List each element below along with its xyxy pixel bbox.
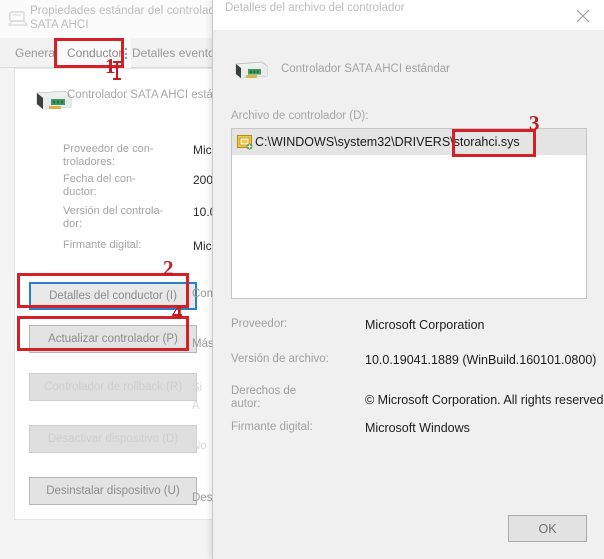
property-label-date-line2: ductor:: [63, 185, 97, 198]
rollback-driver-button: Controlador de rollback (R): [29, 373, 197, 401]
close-icon-glyph: [576, 9, 590, 22]
ok-button[interactable]: OK: [508, 515, 587, 542]
property-label-version: Versión del controla- dor:: [63, 205, 168, 230]
metadata-value-provider: Microsoft Corporation: [365, 318, 485, 332]
driver-file-list-label: Archivo de controlador (D):: [231, 110, 369, 122]
property-label-signer-line1: Firmante digital:: [63, 239, 142, 251]
dialog-title: Detalles del archivo del controlador: [225, 2, 405, 14]
property-label-version-line2: dor:: [63, 217, 82, 230]
side-text-si: Si: [192, 382, 203, 394]
annotation-number-4: 4: [172, 300, 183, 324]
metadata-label-copyright: Derechos de autor:: [231, 385, 357, 410]
metadata-label-provider: Proveedor:: [231, 318, 357, 331]
device-properties-window: Propiedades estándar del controlador SAT…: [0, 0, 250, 559]
dialog-device-name: Controlador SATA AHCI estándar: [281, 63, 450, 75]
dialog-titlebar: Detalles del archivo del controlador: [213, 0, 604, 31]
side-text-no: No: [192, 440, 207, 452]
driver-file-details-dialog: Detalles del archivo del controlador Con…: [212, 0, 604, 559]
properties-titlebar: Propiedades estándar del controlador SAT…: [0, 0, 240, 38]
properties-window-title: Propiedades estándar del controlador SAT…: [30, 5, 226, 31]
tab-detalles-evento[interactable]: Detalles evento: [123, 38, 224, 68]
text-cursor-icon: [113, 61, 121, 80]
driver-file-listbox[interactable]: C:\WINDOWS\system32\DRIVERS\storahci.sys: [231, 128, 587, 299]
disable-device-button: Desactivar dispositivo (D): [29, 425, 197, 453]
metadata-label-file-version: Versión de archivo:: [231, 353, 357, 366]
side-text-mas: Más: [192, 338, 214, 350]
device-properties-icon: [8, 11, 29, 26]
property-label-provider: Proveedor de con- troladores:: [63, 143, 168, 168]
property-label-signer: Firmante digital:: [63, 239, 168, 252]
metadata-label-digital-signer: Firmante digital:: [231, 421, 357, 434]
uninstall-device-button[interactable]: Desinstalar dispositivo (U): [29, 477, 197, 505]
file-path-text: C:\WINDOWS\system32\DRIVERS\storahci.sys: [255, 135, 520, 149]
metadata-label-copyright-line1: Derechos de: [231, 385, 297, 397]
screenshot-root: Propiedades estándar del controlador SAT…: [0, 0, 604, 559]
property-label-date: Fecha del con- ductor:: [63, 173, 168, 198]
property-label-provider-line2: troladores:: [63, 155, 115, 168]
metadata-value-file-version: 10.0.19041.1889 (WinBuild.160101.0800): [365, 353, 597, 367]
annotation-number-3: 3: [529, 111, 540, 135]
property-label-version-line1: Versión del controla-: [63, 205, 164, 217]
metadata-label-copyright-line2: autor:: [231, 397, 261, 410]
close-icon[interactable]: [561, 0, 604, 31]
pci-card-icon: [235, 61, 268, 79]
annotation-number-2: 2: [163, 256, 174, 280]
metadata-value-digital-signer: Microsoft Windows: [365, 421, 470, 435]
metadata-label-file-version-line1: Versión de archivo:: [231, 353, 329, 365]
metadata-label-digital-signer-line1: Firmante digital:: [231, 421, 313, 433]
metadata-value-copyright: © Microsoft Corporation. All rights rese…: [365, 393, 604, 407]
update-driver-button[interactable]: Actualizar controlador (P): [29, 325, 197, 353]
property-label-provider-line1: Proveedor de con-: [63, 143, 154, 155]
driver-file-icon: [237, 134, 253, 149]
metadata-label-provider-line1: Proveedor:: [231, 318, 288, 330]
side-text-a: A: [192, 400, 200, 412]
property-label-date-line1: Fecha del con-: [63, 173, 136, 185]
